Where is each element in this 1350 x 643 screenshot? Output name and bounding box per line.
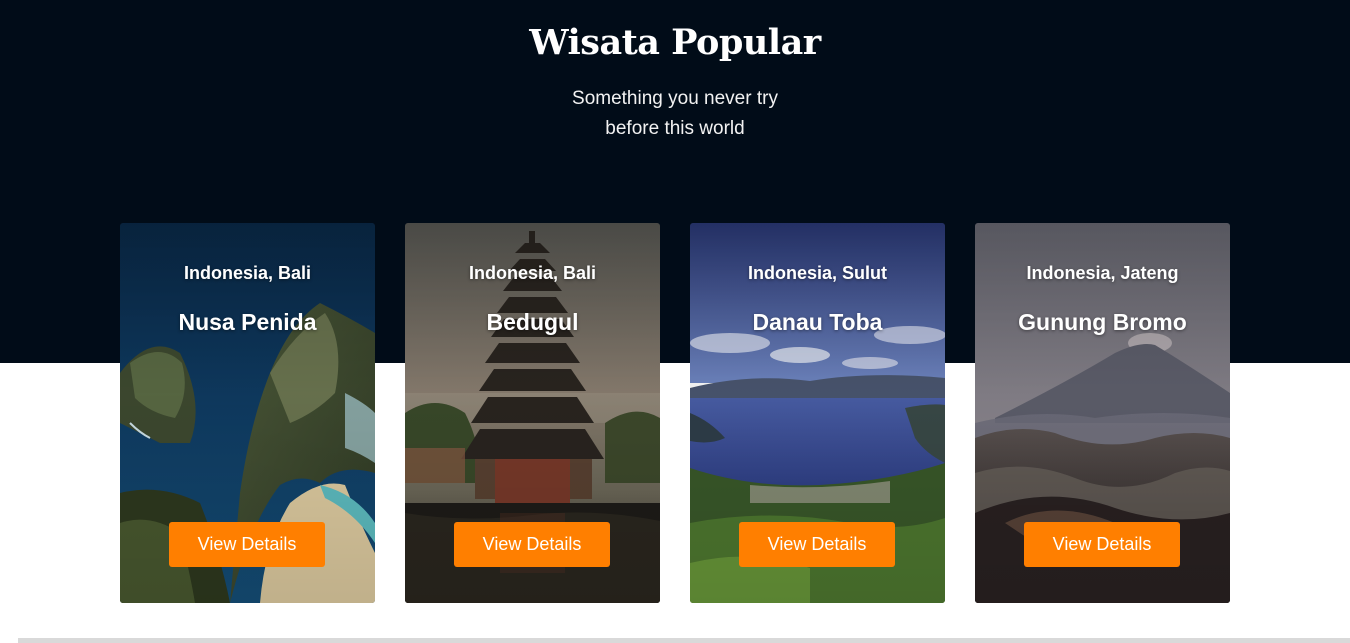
section-subtitle: Something you never try before this worl… xyxy=(0,84,1350,144)
card-title: Bedugul xyxy=(486,309,579,335)
destination-card-gunung-bromo[interactable]: Indonesia, Jateng Gunung Bromo View Deta… xyxy=(975,223,1230,603)
subtitle-line-1: Something you never try xyxy=(572,88,778,109)
card-title: Nusa Penida xyxy=(178,309,317,335)
view-details-button[interactable]: View Details xyxy=(169,522,325,567)
subtitle-line-2: before this world xyxy=(605,118,745,139)
card-location: Indonesia, Bali xyxy=(183,263,312,283)
view-details-button[interactable]: View Details xyxy=(454,522,610,567)
destination-card-bedugul[interactable]: Indonesia, Bali Bedugul View Details xyxy=(405,223,660,603)
horizontal-scrollbar[interactable] xyxy=(18,638,1350,643)
card-location: Indonesia, Jateng xyxy=(1026,263,1179,283)
view-details-button[interactable]: View Details xyxy=(1024,522,1180,567)
destination-card-danau-toba[interactable]: Indonesia, Sulut Danau Toba View Details xyxy=(690,223,945,603)
view-details-button[interactable]: View Details xyxy=(739,522,895,567)
destination-card-nusa-penida[interactable]: Indonesia, Bali Nusa Penida View Details xyxy=(120,223,375,603)
card-title: Gunung Bromo xyxy=(1018,309,1187,335)
destination-cards: Indonesia, Bali Nusa Penida View Details xyxy=(120,223,1230,603)
card-location: Indonesia, Bali xyxy=(468,263,597,283)
card-title: Danau Toba xyxy=(752,309,883,335)
section-title: Wisata Popular xyxy=(529,22,821,63)
card-location: Indonesia, Sulut xyxy=(747,263,887,283)
